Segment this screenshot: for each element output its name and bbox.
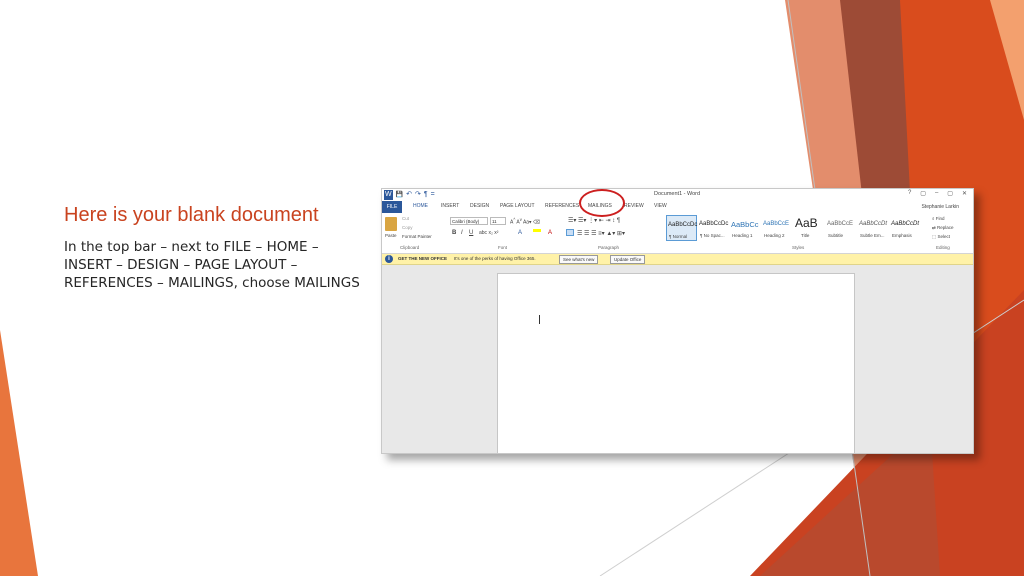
bold-icon[interactable]: B (452, 230, 456, 236)
style-normal[interactable]: AaBbCcDc ¶ Normal (666, 215, 697, 241)
document-page[interactable] (497, 273, 855, 453)
font-name-box[interactable]: Calibri (Body) (450, 217, 488, 225)
left-accent-shape (0, 330, 38, 576)
mailings-highlight-circle (579, 189, 625, 217)
tab-references[interactable]: REFERENCES (545, 203, 579, 209)
word-window-screenshot: W 💾 ↶ ↷ ¶ = Document1 - Word ? ▢ – ▢ ✕ F… (381, 188, 974, 454)
undo-icon[interactable]: ↶ (406, 190, 412, 200)
style-title[interactable]: AaB Title (794, 215, 825, 241)
font-group-label: Font (498, 245, 508, 250)
replace-button[interactable]: ⇄ Replace (932, 225, 954, 231)
tab-file[interactable]: FILE (382, 201, 402, 213)
format-painter-button[interactable]: Format Painter (402, 234, 432, 239)
document-workspace (382, 265, 973, 453)
maximize-icon[interactable]: ▢ (947, 190, 953, 197)
tab-page-layout[interactable]: PAGE LAYOUT (500, 203, 535, 209)
update-office-button[interactable]: Update Office (610, 255, 646, 264)
paste-button[interactable]: Paste (385, 233, 397, 238)
editing-group-label: Editing (936, 245, 950, 250)
underline-icon[interactable]: U (469, 230, 473, 236)
style-subtitle[interactable]: AaBbCcE Subtitle (826, 215, 857, 241)
tab-view[interactable]: VIEW (654, 203, 667, 209)
tab-insert[interactable]: INSERT (441, 203, 459, 209)
style-no-spacing[interactable]: AaBbCcDc ¶ No Spac... (698, 215, 729, 241)
select-button[interactable]: ⬚ Select (932, 234, 950, 240)
close-icon[interactable]: ✕ (962, 190, 967, 197)
redo-icon[interactable]: ↷ (415, 190, 421, 200)
see-whats-new-button[interactable]: See what's new (559, 255, 599, 264)
italic-icon[interactable]: I (461, 230, 463, 236)
copy-button[interactable]: Copy (402, 225, 413, 230)
font-grow-icon[interactable]: A^ Av Aa▾ ⌫ (510, 217, 540, 226)
find-button[interactable]: ⌕ Find (932, 216, 945, 221)
paragraph-mark-icon[interactable]: ¶ (424, 190, 428, 200)
align-icons[interactable]: ☰ ☰ ☰ ≡▾ ▲▾ ⊞▾ (577, 230, 625, 237)
font-color-icon[interactable]: A (548, 230, 552, 236)
quick-access-toolbar: W 💾 ↶ ↷ ¶ = (384, 190, 435, 200)
tab-review[interactable]: REVIEW (624, 203, 644, 209)
tab-design[interactable]: DESIGN (470, 203, 489, 209)
ribbon-display-icon[interactable]: ▢ (920, 190, 926, 197)
styles-group-label: Styles (792, 245, 805, 250)
align-left-icon[interactable] (566, 229, 574, 236)
style-emphasis[interactable]: AaBbCcDt Emphasis (890, 215, 921, 241)
clipboard-group-label: Clipboard (400, 245, 420, 250)
window-title: Document1 - Word (654, 191, 701, 197)
slide-title: Here is your blank document (64, 204, 319, 226)
word-logo-icon: W (384, 190, 393, 200)
window-controls: ? ▢ – ▢ ✕ (908, 190, 967, 197)
customize-qat-icon[interactable]: = (431, 190, 435, 200)
strike-sub-sup-icon[interactable]: abc x₂ x² (479, 230, 498, 236)
slide-body-text: In the top bar – next to FILE – HOME – I… (64, 239, 360, 291)
style-heading-1[interactable]: AaBbCc Heading 1 (730, 215, 761, 241)
cut-button[interactable]: Cut (402, 216, 409, 221)
highlight-color-icon[interactable] (533, 229, 541, 232)
user-name[interactable]: Stephanie Larkin (921, 204, 959, 210)
message-bar-text: It's one of the perks of having Office 3… (454, 256, 536, 261)
message-bar-title: GET THE NEW OFFICE (398, 256, 447, 261)
info-icon: i (385, 255, 393, 263)
ribbon: Paste Cut Copy Format Painter Clipboard … (382, 213, 973, 254)
text-effects-icon[interactable]: A (518, 230, 522, 236)
text-cursor (539, 315, 540, 324)
save-icon[interactable]: 💾 (396, 190, 403, 200)
help-icon[interactable]: ? (908, 190, 911, 197)
styles-gallery: AaBbCcDc ¶ Normal AaBbCcDc ¶ No Spac... … (666, 215, 926, 241)
minimize-icon[interactable]: – (935, 190, 938, 197)
paste-icon[interactable] (385, 217, 397, 231)
bullets-icon[interactable]: ☰▾ ☰▾ ⋮▾ ⇤ ⇥ ↕ ¶ (568, 217, 620, 224)
title-bar: W 💾 ↶ ↷ ¶ = Document1 - Word ? ▢ – ▢ ✕ (382, 189, 973, 201)
message-bar: i GET THE NEW OFFICE It's one of the per… (382, 254, 973, 265)
style-heading-2[interactable]: AaBbCcE Heading 2 (762, 215, 793, 241)
tab-home[interactable]: HOME (413, 203, 428, 209)
font-size-box[interactable]: 11 (490, 217, 506, 225)
paragraph-group-label: Paragraph (598, 245, 620, 250)
style-subtle-emphasis[interactable]: AaBbCcDt Subtle Em... (858, 215, 889, 241)
ribbon-tabs: FILE HOME INSERT DESIGN PAGE LAYOUT REFE… (382, 201, 973, 213)
